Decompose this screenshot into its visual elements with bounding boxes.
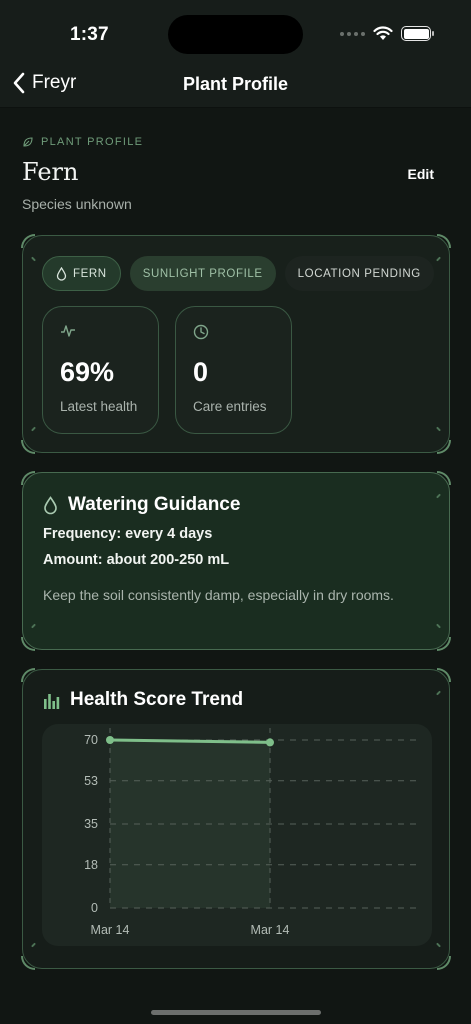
stat-label: Care entries — [193, 399, 267, 414]
chart-data-point — [266, 738, 274, 747]
chip-location-label: LOCATION PENDING — [297, 267, 421, 280]
battery-icon — [401, 26, 434, 41]
chart-y-tick-label: 35 — [84, 817, 98, 831]
health-trend-chart: 70 53 35 18 0 Mar 14 Mar 14 — [42, 724, 432, 946]
plant-name: Fern — [22, 158, 79, 186]
status-time: 1:37 — [70, 24, 109, 45]
stat-value: 69% — [60, 357, 115, 387]
watering-note: Keep the soil consistently damp, especia… — [43, 587, 394, 603]
trend-title: Health Score Trend — [70, 689, 244, 710]
water-drop-icon — [56, 266, 67, 281]
watering-title: Watering Guidance — [68, 494, 241, 515]
clock-icon — [193, 324, 209, 340]
cellular-signal-icon — [340, 31, 365, 36]
dynamic-island — [168, 15, 303, 54]
home-indicator — [151, 1010, 321, 1015]
chip-fern[interactable]: FERN — [42, 256, 121, 291]
status-bar: 1:37 — [0, 0, 471, 62]
species-label: Species unknown — [22, 196, 132, 212]
stat-latest-health: 69% Latest health — [42, 306, 159, 434]
chart-x-tick-label: Mar 14 — [91, 923, 130, 937]
chart-y-tick-label: 0 — [91, 901, 98, 915]
chart-x-tick-label: Mar 14 — [251, 923, 290, 937]
health-trend-card: Health Score Trend 70 53 35 18 0 Mar 14 Mar 14 — [21, 668, 451, 970]
chart-y-tick-label: 18 — [84, 858, 98, 872]
chip-sunlight-label: SUNLIGHT PROFILE — [142, 267, 263, 280]
navigation-bar: Freyr Plant Profile — [0, 62, 471, 108]
edit-button[interactable]: Edit — [408, 166, 434, 182]
trend-chart-svg: 70 53 35 18 0 Mar 14 Mar 14 — [84, 728, 422, 937]
water-drop-icon — [44, 495, 57, 514]
overview-card: FERN SUNLIGHT PROFILE LOCATION PENDING 6… — [21, 234, 451, 454]
chip-row: FERN SUNLIGHT PROFILE LOCATION PENDING — [42, 256, 434, 291]
eyebrow-label: PLANT PROFILE — [41, 136, 144, 148]
eyebrow: PLANT PROFILE — [22, 136, 143, 148]
watering-amount: Amount: about 200-250 mL — [43, 552, 230, 568]
chip-fern-label: FERN — [73, 267, 107, 280]
chip-location-pending[interactable]: LOCATION PENDING — [284, 256, 434, 291]
status-icons — [340, 26, 434, 41]
pulse-icon — [61, 325, 75, 337]
stat-label: Latest health — [60, 399, 138, 414]
watering-header: Watering Guidance — [43, 494, 240, 516]
nav-title: Plant Profile — [182, 74, 289, 94]
watering-guidance-card: Watering Guidance Frequency: every 4 day… — [21, 471, 451, 651]
stat-value: 0 — [193, 357, 209, 387]
stat-care-entries: 0 Care entries — [175, 306, 292, 434]
bar-chart-icon — [44, 694, 60, 709]
leaf-icon — [23, 137, 33, 147]
wifi-icon — [373, 26, 393, 40]
chart-data-point — [106, 736, 114, 744]
trend-header: Health Score Trend — [43, 689, 243, 711]
watering-frequency: Frequency: every 4 days — [43, 526, 213, 542]
chart-y-tick-label: 53 — [84, 774, 98, 788]
chip-sunlight-profile[interactable]: SUNLIGHT PROFILE — [129, 256, 276, 291]
chart-y-tick-label: 70 — [84, 733, 98, 747]
